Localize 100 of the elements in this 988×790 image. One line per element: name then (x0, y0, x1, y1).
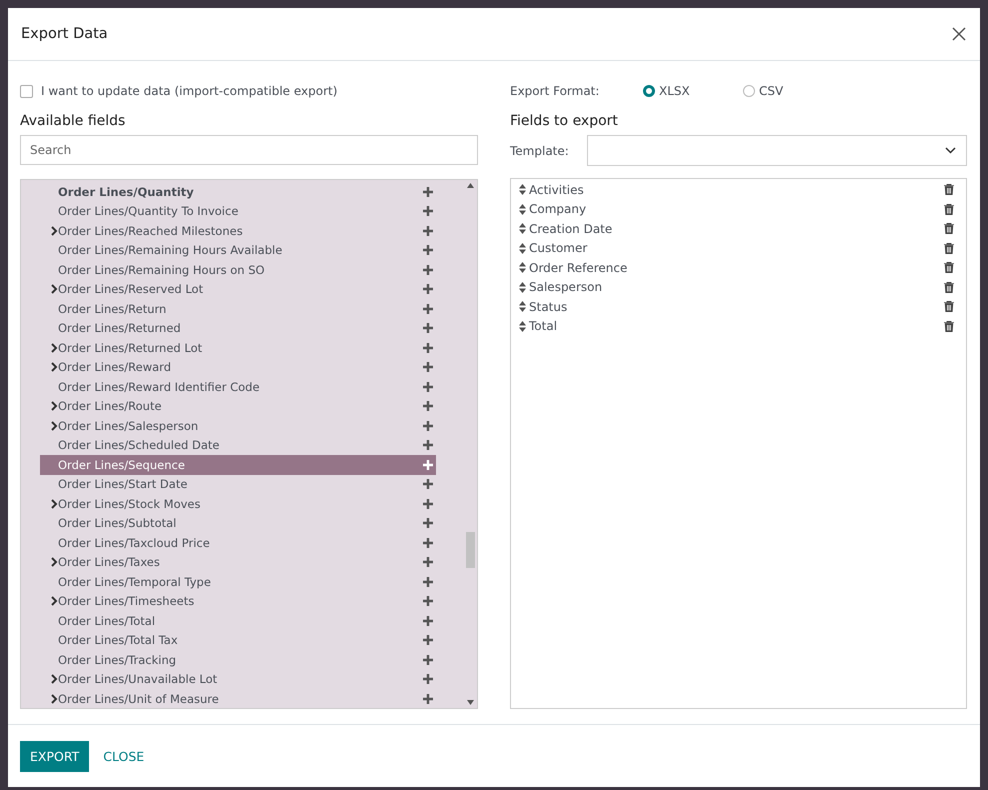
plus-icon[interactable] (423, 382, 433, 392)
field-row[interactable]: Order Lines/Total (40, 611, 436, 630)
section-heading: Fields to export (510, 113, 619, 129)
plus-icon[interactable] (423, 654, 433, 665)
sort-handle-icon[interactable] (519, 204, 526, 215)
export-field-label: Activities (529, 182, 584, 197)
format-radio[interactable]: CSV (743, 84, 835, 98)
field-row[interactable]: Order Lines/Timesheets (40, 592, 436, 611)
plus-icon[interactable] (423, 518, 433, 528)
plus-icon[interactable] (423, 362, 433, 372)
plus-icon[interactable] (423, 401, 433, 412)
chevron-down-icon (945, 147, 956, 154)
section-heading: Available fields (20, 113, 126, 129)
checkbox-label: I want to update data (import-compatible export) (41, 84, 338, 98)
close-link[interactable]: CLOSE (93, 740, 154, 772)
trash-icon[interactable] (944, 242, 954, 254)
chevron-right-icon[interactable] (51, 342, 58, 353)
search-field[interactable]: Search (20, 135, 478, 165)
field-row[interactable]: Order Lines/Scheduled Date (40, 436, 436, 455)
trash-icon[interactable] (944, 301, 954, 312)
export-field-label: Customer (529, 241, 588, 256)
scrollbar-thumb[interactable] (466, 532, 474, 568)
format-radio[interactable]: XLSX (643, 84, 735, 98)
field-row[interactable]: Order Lines/Tracking (40, 650, 436, 670)
sort-handle-icon[interactable] (519, 262, 526, 274)
plus-icon[interactable] (423, 557, 433, 568)
scroll-up-icon[interactable] (466, 183, 474, 188)
chevron-right-icon[interactable] (51, 557, 58, 568)
plus-icon[interactable] (423, 284, 433, 294)
import-compatible-checkbox[interactable] (20, 84, 33, 98)
sort-handle-icon[interactable] (519, 242, 526, 254)
sort-handle-icon[interactable] (519, 282, 526, 293)
export-field-label: Salesperson (529, 280, 602, 294)
field-row[interactable]: Order Lines/Return (40, 299, 436, 318)
plus-icon[interactable] (423, 264, 433, 275)
field-row[interactable]: Order Lines/Start Date (40, 474, 436, 494)
field-row[interactable]: Order Lines/Taxes (40, 552, 436, 572)
plus-icon[interactable] (423, 420, 433, 431)
field-row[interactable]: Order Lines/Quantity (40, 182, 436, 202)
export-field-label: Company (529, 202, 586, 216)
trash-icon[interactable] (944, 204, 954, 215)
plus-icon[interactable] (423, 206, 433, 216)
sort-handle-icon[interactable] (519, 320, 526, 332)
plus-icon[interactable] (423, 498, 433, 509)
plus-icon[interactable] (423, 538, 433, 548)
field-row[interactable]: Order Lines/Returned Lot (40, 338, 436, 358)
chevron-right-icon[interactable] (51, 362, 58, 372)
field-row[interactable]: Order Lines/Route (40, 396, 436, 416)
export-button[interactable]: EXPORT (20, 740, 90, 772)
field-row[interactable]: Order Lines/Returned (40, 318, 436, 338)
dialog-title: Export Data (21, 26, 108, 42)
field-row[interactable]: Order Lines/Unit of Measure (40, 689, 436, 708)
field-row[interactable]: Order Lines/Total Tax (40, 630, 436, 650)
trash-icon[interactable] (944, 320, 954, 332)
trash-icon[interactable] (944, 282, 954, 293)
plus-icon[interactable] (423, 479, 433, 490)
field-row[interactable]: Order Lines/Reserved Lot (40, 280, 436, 299)
field-row[interactable]: Order Lines/Remaining Hours Available (40, 240, 436, 260)
sort-handle-icon[interactable] (519, 301, 526, 312)
plus-icon[interactable] (423, 304, 433, 314)
field-row[interactable]: Order Lines/Unavailable Lot (40, 670, 436, 689)
field-row[interactable]: Order Lines/Reached Milestones (40, 221, 436, 240)
plus-icon[interactable] (423, 342, 433, 353)
plus-icon[interactable] (423, 635, 433, 646)
chevron-right-icon[interactable] (51, 674, 58, 684)
chevron-right-icon[interactable] (51, 596, 58, 606)
trash-icon[interactable] (944, 223, 954, 234)
chevron-right-icon[interactable] (51, 226, 58, 236)
sort-handle-icon[interactable] (519, 184, 526, 196)
export-format-label: Export Format: (510, 84, 600, 98)
trash-icon[interactable] (944, 262, 954, 274)
chevron-right-icon[interactable] (51, 498, 58, 509)
sort-handle-icon[interactable] (519, 223, 526, 234)
plus-icon[interactable] (423, 674, 433, 684)
plus-icon[interactable] (423, 323, 433, 334)
field-row[interactable]: Order Lines/Taxcloud Price (40, 533, 436, 552)
field-row[interactable]: Order Lines/Reward Identifier Code (40, 377, 436, 396)
field-row[interactable]: Order Lines/Stock Moves (40, 494, 436, 514)
chevron-right-icon[interactable] (51, 694, 58, 704)
chevron-right-icon[interactable] (51, 401, 58, 412)
chevron-right-icon[interactable] (51, 420, 58, 431)
plus-icon[interactable] (423, 226, 433, 236)
plus-icon[interactable] (423, 596, 433, 606)
field-row[interactable]: Order Lines/Reward (40, 358, 436, 377)
field-row[interactable]: Order Lines/Quantity To Invoice (40, 202, 436, 221)
field-row[interactable]: Order Lines/Temporal Type (40, 572, 436, 592)
field-row[interactable]: Order Lines/Sequence (40, 455, 436, 474)
chevron-right-icon[interactable] (51, 284, 58, 294)
scroll-down-icon[interactable] (466, 700, 474, 705)
plus-icon[interactable] (423, 440, 433, 450)
field-row[interactable]: Order Lines/Subtotal (40, 514, 436, 533)
trash-icon[interactable] (944, 184, 954, 196)
field-row[interactable]: Order Lines/Salesperson (40, 416, 436, 436)
field-row[interactable]: Order Lines/Remaining Hours on SO (40, 260, 436, 280)
plus-icon[interactable] (423, 694, 433, 704)
plus-icon[interactable] (423, 245, 433, 256)
template-label: Template: (510, 144, 570, 158)
plus-icon[interactable] (423, 576, 433, 587)
plus-icon[interactable] (423, 616, 433, 626)
plus-icon[interactable] (423, 186, 433, 197)
